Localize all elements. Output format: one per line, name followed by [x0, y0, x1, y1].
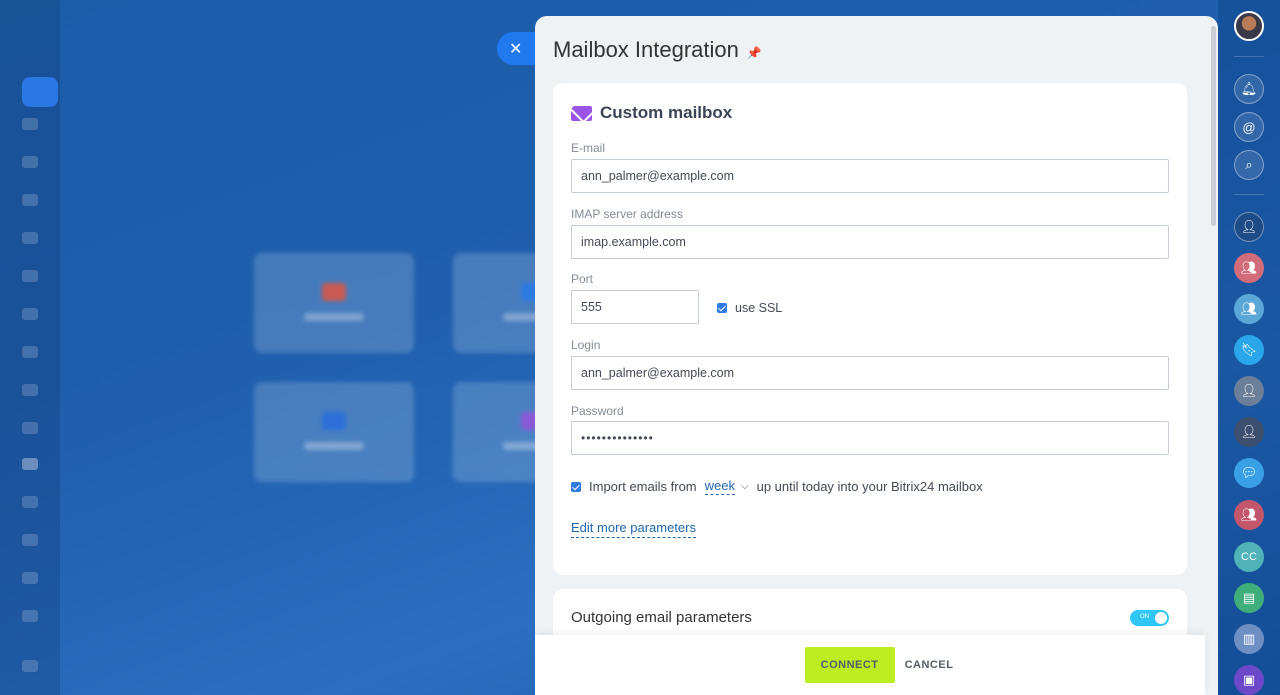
edit-more-parameters-link[interactable]: Edit more parameters: [571, 520, 696, 538]
bg-menu-item: [22, 660, 38, 672]
import-prefix: Import emails from: [589, 479, 697, 494]
page-title-text: Mailbox Integration: [553, 37, 739, 62]
badge-icon[interactable]: ▣: [1234, 665, 1264, 695]
connect-button[interactable]: CONNECT: [804, 647, 895, 683]
login-label: Login: [571, 338, 601, 352]
close-icon: ✕: [509, 40, 523, 58]
sidebar-divider: [1234, 194, 1264, 195]
bg-menu-item: [22, 270, 38, 282]
port-field[interactable]: 555: [571, 290, 699, 324]
page-title: Mailbox Integration 📌: [553, 37, 762, 63]
bg-menu-item: [22, 346, 38, 358]
contact-avatar[interactable]: 👤︎: [1234, 417, 1264, 447]
toggle-text: ON: [1140, 614, 1149, 620]
bg-menu-item: [22, 194, 38, 206]
bell-icon[interactable]: 🔔︎: [1234, 74, 1264, 104]
group-icon[interactable]: 👥︎: [1234, 294, 1264, 324]
bookmark-icon[interactable]: 🔖︎: [1234, 335, 1264, 365]
imap-label: IMAP server address: [571, 207, 683, 221]
bg-menu-item: [22, 572, 38, 584]
login-field[interactable]: ann_palmer@example.com: [571, 356, 1169, 390]
notes-icon[interactable]: ▤: [1234, 583, 1264, 613]
bg-menu-item: [22, 534, 38, 546]
chat-search-icon[interactable]: ⌕: [1234, 150, 1264, 180]
bg-menu-item: [22, 610, 38, 622]
cancel-button[interactable]: CANCEL: [905, 647, 954, 683]
bg-tile: [254, 382, 414, 482]
bg-menu-item: [22, 308, 38, 320]
bg-menu-item: [22, 458, 38, 470]
background-left-menu: [0, 0, 60, 695]
bg-menu-item: [22, 118, 38, 130]
bg-menu-item: [22, 232, 38, 244]
ssl-option[interactable]: use SSL: [717, 301, 782, 315]
chart-icon[interactable]: ▥: [1234, 624, 1264, 654]
custom-mailbox-heading-text: Custom mailbox: [600, 103, 733, 122]
right-sidebar: 🔔︎ @ ⌕ 👤︎ 👥︎ 👥︎ 🔖︎ 👤︎ 👤︎ 💬︎ 👥︎ CC ▤ ▥ ▣: [1218, 0, 1280, 695]
sidebar-divider: [1234, 56, 1264, 57]
ssl-label: use SSL: [735, 301, 783, 315]
bg-menu-item: [22, 156, 38, 168]
email-field[interactable]: ann_palmer@example.com: [571, 159, 1169, 193]
custom-mailbox-card: Custom mailbox E-mail ann_palmer@example…: [553, 83, 1187, 575]
import-checkbox[interactable]: [571, 481, 581, 492]
user-avatar[interactable]: [1234, 11, 1264, 41]
contact-avatar[interactable]: 👤︎: [1234, 376, 1264, 406]
toggle-knob: [1155, 612, 1167, 624]
outgoing-title: Outgoing email parameters: [571, 609, 752, 626]
import-period-select[interactable]: week: [704, 478, 735, 495]
panel-footer: CONNECT CANCEL: [535, 635, 1205, 695]
import-suffix: up until today into your Bitrix24 mailbo…: [756, 479, 983, 494]
group-icon[interactable]: 👥︎: [1234, 500, 1264, 530]
custom-mailbox-heading: Custom mailbox: [571, 103, 732, 123]
imap-server-field[interactable]: imap.example.com: [571, 225, 1169, 259]
mailbox-integration-panel: Mailbox Integration 📌 Custom mailbox E-m…: [535, 16, 1218, 695]
ssl-checkbox[interactable]: [717, 303, 727, 313]
at-icon[interactable]: @: [1234, 112, 1264, 142]
bg-menu-item: [22, 384, 38, 396]
group-icon[interactable]: 👥︎: [1234, 253, 1264, 283]
envelope-icon: [571, 105, 592, 121]
panel-scrollbar[interactable]: [1211, 26, 1216, 226]
bg-menu-item: [22, 422, 38, 434]
email-label: E-mail: [571, 141, 606, 155]
password-field[interactable]: ••••••••••••••: [571, 421, 1169, 455]
bg-menu-item: [22, 496, 38, 508]
contact-avatar[interactable]: 👤︎: [1234, 212, 1264, 242]
bg-tile: [254, 253, 414, 353]
pin-icon[interactable]: 📌: [747, 46, 762, 60]
chevron-down-icon[interactable]: ⌵: [741, 481, 749, 492]
password-label: Password: [571, 404, 624, 418]
bg-menu-active: [22, 77, 58, 107]
chat-icon[interactable]: 💬︎: [1234, 458, 1264, 488]
port-label: Port: [571, 272, 594, 286]
outgoing-toggle[interactable]: ON: [1130, 610, 1169, 626]
import-emails-row: Import emails from week ⌵ up until today…: [571, 478, 983, 495]
contact-initials-avatar[interactable]: CC: [1234, 542, 1264, 572]
